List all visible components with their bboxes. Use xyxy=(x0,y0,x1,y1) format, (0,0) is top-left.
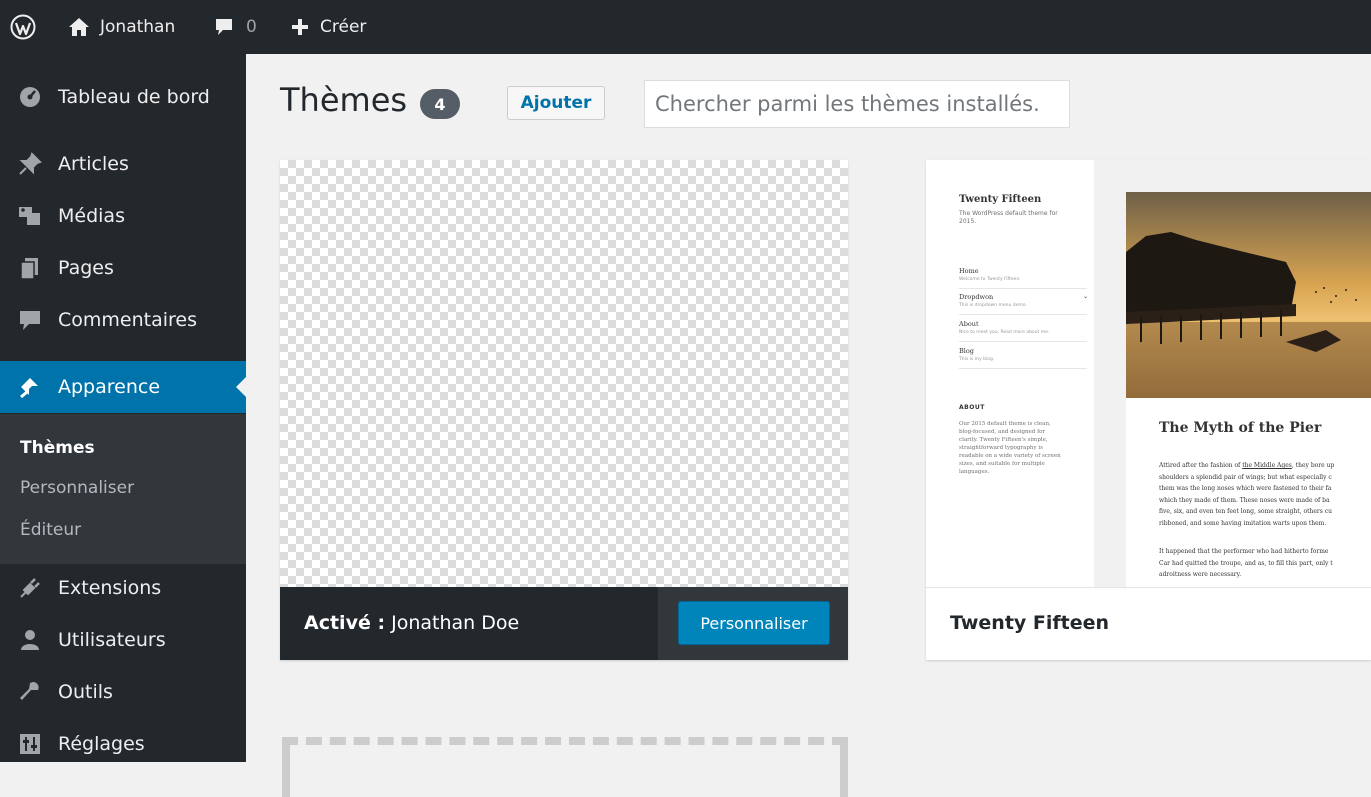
admin-bar: Jonathan 0 Créer xyxy=(0,0,1371,54)
pages-icon xyxy=(18,256,42,280)
theme-screenshot-placeholder[interactable] xyxy=(280,160,848,587)
comments-count: 0 xyxy=(246,17,257,37)
new-content-link[interactable]: Créer xyxy=(290,0,366,54)
sidebar-item-label: Articles xyxy=(58,153,129,175)
sidebar-item-plugins[interactable]: Extensions xyxy=(0,562,246,614)
preview-about-text: Our 2015 default theme is clean, blog-fo… xyxy=(959,421,1061,475)
sidebar-item-label: Tableau de bord xyxy=(58,86,210,108)
site-name-link[interactable]: Jonathan xyxy=(68,0,175,54)
preview-link: the Middle Ages xyxy=(1242,462,1292,469)
active-theme-footer: Activé : Jonathan Doe Personnaliser xyxy=(280,587,848,660)
site-name-label: Jonathan xyxy=(100,17,176,37)
preview-nav-label: Home xyxy=(959,267,979,275)
theme-count-badge: 4 xyxy=(420,89,460,119)
plus-icon xyxy=(290,17,310,37)
preview-nav-label: Dropdwon xyxy=(959,293,994,301)
sidebar-item-articles[interactable]: Articles xyxy=(0,138,246,190)
sidebar-item-label: Médias xyxy=(58,205,125,227)
wordpress-logo-icon[interactable] xyxy=(10,0,36,54)
preview-nav-sub: Welcome to Twenty Fifteen. xyxy=(959,277,1021,282)
customize-button[interactable]: Personnaliser xyxy=(678,601,830,645)
sidebar-item-dashboard[interactable]: Tableau de bord xyxy=(0,71,246,123)
plugin-icon xyxy=(18,576,42,600)
theme-screenshot[interactable]: Twenty Fifteen The WordPress default the… xyxy=(926,160,1371,587)
preview-nav-item: Blog This is my blog. xyxy=(959,347,1087,362)
preview-about-heading: ABOUT xyxy=(959,404,985,411)
appearance-icon xyxy=(18,375,42,399)
sidebar-item-label: Réglages xyxy=(58,733,145,755)
sidebar-item-label: Utilisateurs xyxy=(58,629,166,651)
preview-main: The Myth of the Pier Attired after the f… xyxy=(1126,192,1371,587)
pin-icon xyxy=(18,152,42,176)
preview-chevron-icon: ⌄ xyxy=(1083,293,1089,300)
preview-nav-sub: This is my blog. xyxy=(959,357,995,362)
preview-text: Attired after the fashion of xyxy=(1159,462,1243,469)
sidebar-item-settings[interactable]: Réglages xyxy=(0,718,246,770)
preview-nav-label: Blog xyxy=(959,347,974,355)
preview-nav-divider xyxy=(959,288,1087,289)
active-theme-name: Jonathan Doe xyxy=(391,612,520,634)
submenu-item-editor[interactable]: Éditeur xyxy=(20,520,81,540)
comment-icon xyxy=(18,308,42,332)
theme-actions: Personnaliser xyxy=(658,587,848,660)
sidebar-item-tools[interactable]: Outils xyxy=(0,666,246,718)
preview-nav-divider xyxy=(959,341,1087,342)
submenu-item-themes[interactable]: Thèmes xyxy=(20,438,95,458)
sidebar-item-appearance[interactable]: Apparence xyxy=(0,361,246,413)
preview-pier-photo xyxy=(1126,192,1371,398)
home-icon xyxy=(68,17,90,37)
preview-nav-sub: Nice to meet you. Read more about me. xyxy=(959,330,1050,335)
submenu-item-customize[interactable]: Personnaliser xyxy=(20,478,134,498)
active-theme-card[interactable]: Activé : Jonathan Doe Personnaliser xyxy=(280,160,848,660)
current-menu-arrow xyxy=(236,377,246,397)
preview-nav-item: Dropdwon ⌄ This is dropdown menu demo. xyxy=(959,293,1089,308)
preview-nav-item: About Nice to meet you. Read more about … xyxy=(959,320,1087,335)
preview-post-title: The Myth of the Pier xyxy=(1159,420,1322,436)
dashboard-icon xyxy=(18,85,42,109)
sidebar-item-label: Commentaires xyxy=(58,309,197,331)
tools-icon xyxy=(18,680,42,704)
sidebar-item-label: Apparence xyxy=(58,376,161,398)
theme-card-twenty-fifteen[interactable]: Twenty Fifteen The WordPress default the… xyxy=(926,160,1371,660)
sidebar-item-comments[interactable]: Commentaires xyxy=(0,294,246,346)
sidebar-item-pages[interactable]: Pages xyxy=(0,242,246,294)
theme-card-footer: Twenty Fifteen xyxy=(926,587,1371,660)
media-icon xyxy=(18,204,42,228)
preview-text: , they bore up shoulders a splendid pair… xyxy=(1159,462,1335,527)
comments-link[interactable]: 0 xyxy=(214,0,257,54)
preview-nav-label: About xyxy=(959,320,979,328)
sidebar-item-label: Outils xyxy=(58,681,113,703)
users-icon xyxy=(18,628,42,652)
add-new-theme-card[interactable] xyxy=(282,737,848,797)
preview-nav-sub: This is dropdown menu demo. xyxy=(959,303,1027,308)
preview-site-desc: The WordPress default theme for 2015. xyxy=(959,210,1058,225)
preview-nav-item: Home Welcome to Twenty Fifteen. xyxy=(959,267,1087,282)
settings-icon xyxy=(18,732,42,756)
active-theme-label: Activé : Jonathan Doe xyxy=(304,612,519,634)
sidebar-item-users[interactable]: Utilisateurs xyxy=(0,614,246,666)
page-title: Thèmes xyxy=(280,81,408,119)
sidebar-item-label: Extensions xyxy=(58,577,162,599)
sidebar-item-media[interactable]: Médias xyxy=(0,190,246,242)
preview-post-paragraph: Attired after the fashion of the Middle … xyxy=(1159,460,1371,529)
appearance-submenu: Thèmes Personnaliser Éditeur xyxy=(0,414,246,564)
preview-nav-divider xyxy=(959,314,1087,315)
admin-sidebar: Tableau de bord Articles Médias Pages Co… xyxy=(0,54,246,762)
preview-site-title: Twenty Fifteen xyxy=(959,194,1042,205)
preview-sidebar: Twenty Fifteen The WordPress default the… xyxy=(926,160,1094,587)
preview-nav-divider xyxy=(959,368,1087,369)
new-content-label: Créer xyxy=(320,17,367,37)
add-theme-button[interactable]: Ajouter xyxy=(507,86,605,120)
theme-name: Twenty Fifteen xyxy=(950,612,1110,634)
theme-search-input[interactable] xyxy=(644,80,1070,128)
active-prefix: Activé : xyxy=(304,612,386,634)
preview-post-paragraph: It happened that the performer who had h… xyxy=(1159,548,1333,578)
comment-bubble-icon xyxy=(214,18,234,36)
sidebar-item-label: Pages xyxy=(58,257,114,279)
